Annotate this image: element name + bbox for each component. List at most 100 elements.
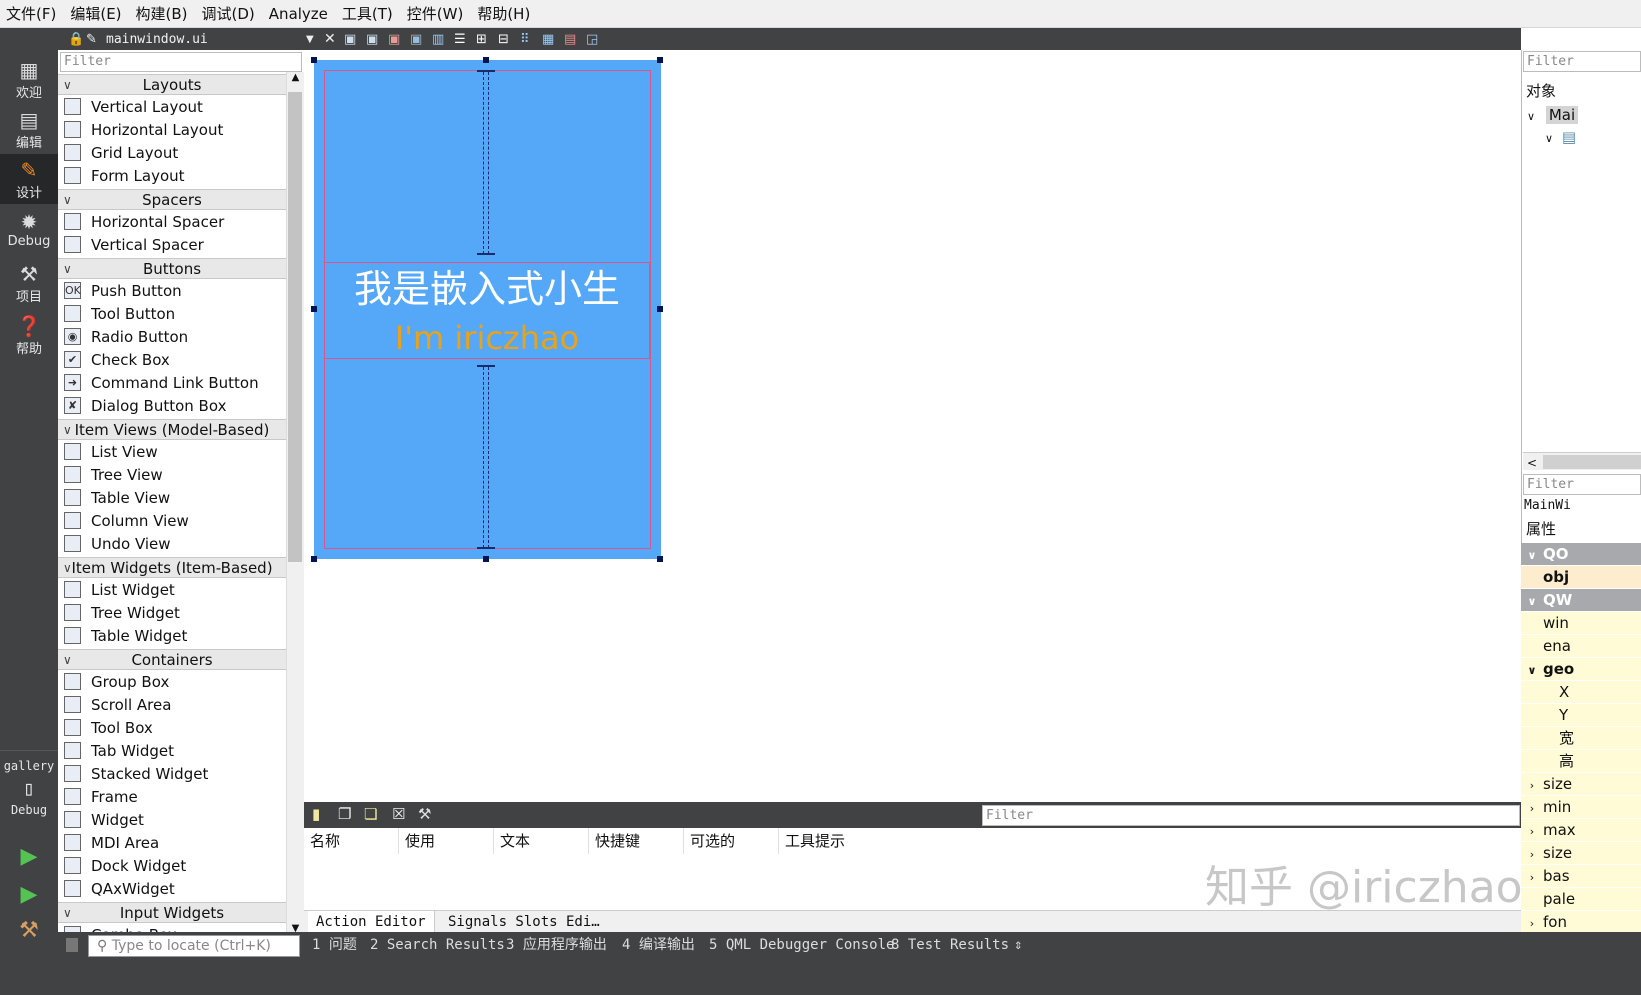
widgetbox-filter-input[interactable]: Filter [60,52,302,72]
widget-item[interactable]: Horizontal Spacer [58,210,286,233]
menu-help[interactable]: 帮助(H) [471,3,538,24]
property-row[interactable]: › size [1521,773,1641,796]
widget-item[interactable]: Undo View [58,532,286,555]
property-row[interactable]: Y [1521,704,1641,727]
widget-item[interactable]: ➜ Command Link Button [58,371,286,394]
widget-item[interactable]: Grid Layout [58,141,286,164]
paste-action-icon[interactable]: ❏ [364,805,377,823]
widget-item[interactable]: Scroll Area [58,693,286,716]
widget-item[interactable]: Tree View [58,463,286,486]
chevron-down-icon[interactable]: ∨ [63,259,72,279]
build-button[interactable]: ⚒ [0,914,58,948]
property-filter-input[interactable]: Filter [1523,474,1641,495]
property-row[interactable]: 高 [1521,750,1641,773]
widget-item[interactable]: Table View [58,486,286,509]
chevron-down-icon[interactable]: ∨ [63,75,72,95]
widget-item[interactable]: Tab Widget [58,739,286,762]
tab-action-editor[interactable]: Action Editor [308,911,435,933]
kit-selector[interactable]: gallery ▯ Debug [0,750,58,834]
edit-widgets-icon[interactable]: ▣ [344,32,356,47]
property-row[interactable]: 宽 [1521,727,1641,750]
chevron-down-icon[interactable]: ∨ [63,420,72,440]
new-action-icon[interactable]: ▮ [312,805,320,823]
break-layout-icon[interactable]: ▤ [564,32,576,47]
run-button[interactable]: ▶ [0,840,58,874]
column-header[interactable]: 可选的 [684,828,779,854]
resize-handle[interactable] [483,556,489,562]
widget-category-header[interactable]: ∨ Buttons [58,258,286,279]
menu-build[interactable]: 构建(B) [130,3,196,24]
chevron-down-icon[interactable]: ∨ [1521,659,1543,680]
chevron-down-icon[interactable]: ▼ [306,34,314,45]
scroll-up-icon[interactable]: ▲ [287,72,304,83]
widget-category-header[interactable]: ∨ Containers [58,649,286,670]
chevron-down-icon[interactable]: ∨ [1545,132,1553,145]
layout-h-splitter-icon[interactable]: ⊞ [476,32,487,47]
copy-action-icon[interactable]: ❐ [338,805,351,823]
edit-tab-order-icon[interactable]: ▣ [410,32,422,47]
widget-item[interactable]: Column View [58,509,286,532]
mode-edit[interactable]: ▤ 编辑 [0,104,58,154]
close-icon[interactable]: ✕ [324,31,336,47]
widget-item[interactable]: Table Widget [58,624,286,647]
tab-signals-slots[interactable]: Signals Slots Edi… [440,911,608,933]
mode-debug[interactable]: ✹ Debug [0,206,58,256]
property-row[interactable]: pale [1521,888,1641,911]
menu-widgets[interactable]: 控件(W) [401,3,472,24]
output-tab-test-results[interactable]: 8 Test Results [891,935,1009,955]
layout-horizontal-icon[interactable]: ▥ [432,32,444,47]
resize-handle[interactable] [657,57,663,63]
resize-handle[interactable] [657,556,663,562]
configure-icon[interactable]: ⚒ [418,805,431,823]
debug-run-button[interactable]: ▶ [0,878,58,912]
menu-analyze[interactable]: Analyze [263,5,336,23]
object-filter-input[interactable]: Filter [1523,51,1641,72]
mode-design[interactable]: ✎ 设计 [0,154,58,204]
chevron-down-icon[interactable]: ∨ [1527,110,1535,123]
label-english[interactable]: I'm iriczhao [324,318,650,358]
widget-item[interactable]: ✘ Dialog Button Box [58,394,286,417]
column-header[interactable]: 名称 [304,828,399,854]
menu-file[interactable]: 文件(F) [0,3,64,24]
chevron-right-icon[interactable]: › [1521,774,1543,795]
property-row[interactable]: ena [1521,635,1641,658]
widget-item[interactable]: Stacked Widget [58,762,286,785]
widget-item[interactable]: OK Push Button [58,279,286,302]
locator-input[interactable]: ⚲ Type to locate (Ctrl+K) [88,935,300,957]
property-row[interactable]: › bas [1521,865,1641,888]
column-header[interactable]: 文本 [494,828,589,854]
edit-buddies-icon[interactable]: ▣ [388,32,400,47]
output-tab-compile[interactable]: 4 编译输出 [622,935,695,955]
widget-category-header[interactable]: ∨ Item Views (Model-Based) [58,419,286,440]
chevron-down-icon[interactable]: ∨ [1521,544,1543,565]
widget-item[interactable]: Group Box [58,670,286,693]
widget-item[interactable]: Tree Widget [58,601,286,624]
property-row[interactable]: obj [1521,566,1641,589]
output-tab-issues[interactable]: 1 问题 [312,935,357,955]
output-tab-search[interactable]: 2 Search Results [370,935,505,955]
chevron-down-icon[interactable]: ∨ [1521,590,1543,611]
edit-signals-icon[interactable]: ▣ [366,32,378,47]
output-tab-qml-console[interactable]: 5 QML Debugger Console [709,935,894,955]
widget-item[interactable]: Widget [58,808,286,831]
vertical-spacer-top[interactable] [477,253,495,255]
output-tab-app-output[interactable]: 3 应用程序输出 [506,935,607,955]
widget-item[interactable]: ✔ Check Box [58,348,286,371]
updown-icon[interactable]: ⇕ [1014,935,1022,955]
chevron-down-icon[interactable]: ∨ [63,558,72,578]
sidebar-toggle-icon[interactable] [66,938,78,952]
property-row[interactable]: › fon [1521,911,1641,934]
property-row[interactable]: win [1521,612,1641,635]
widget-item[interactable]: Tool Button [58,302,286,325]
mode-projects[interactable]: ⚒ 项目 [0,258,58,308]
widget-item[interactable]: QAxWidget [58,877,286,900]
property-group-row[interactable]: ∨ QW [1521,589,1641,612]
layout-grid-icon[interactable]: ▦ [542,32,554,47]
widget-item[interactable]: Tool Box [58,716,286,739]
file-selector[interactable]: mainwindow.ui [106,32,208,47]
widget-item[interactable]: Form Layout [58,164,286,187]
layout-form-icon[interactable]: ⠿ [520,32,530,47]
mode-help[interactable]: ❓ 帮助 [0,310,58,360]
menu-debug[interactable]: 调试(D) [196,3,263,24]
layout-vertical-icon[interactable]: ☰ [454,32,466,47]
